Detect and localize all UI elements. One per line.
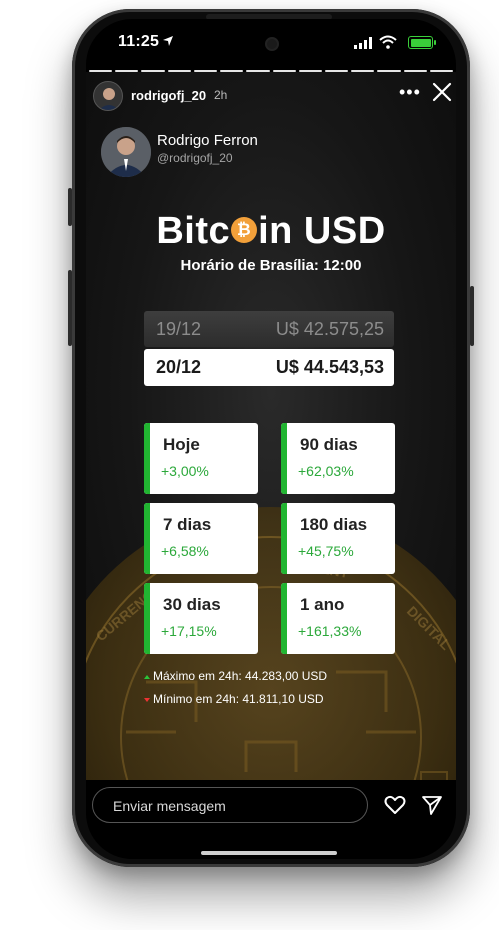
heart-icon[interactable] <box>384 795 406 815</box>
change-card: 90 dias +62,03% <box>281 423 395 494</box>
progress-segment <box>429 70 454 72</box>
current-price-row: 20/12 U$ 44.543,53 <box>144 349 394 386</box>
previous-date: 19/12 <box>156 319 202 339</box>
battery-tip <box>434 40 436 45</box>
card-value: +62,03% <box>298 463 354 479</box>
card-value: +45,75% <box>298 543 354 559</box>
side-button-left-top <box>68 188 72 226</box>
card-accent-bar <box>281 503 287 574</box>
front-camera <box>265 37 279 51</box>
title-right: in USD <box>258 210 386 253</box>
status-bar: 11:25 <box>86 33 456 53</box>
story-username[interactable]: rodrigofj_20 <box>131 88 206 103</box>
arrow-down-icon <box>144 697 150 702</box>
progress-segment <box>167 70 191 72</box>
profile-avatar <box>101 127 151 177</box>
card-accent-bar <box>144 583 150 654</box>
location-arrow-icon <box>163 36 173 46</box>
card-label: Hoje <box>163 435 200 454</box>
progress-segment <box>141 70 165 72</box>
progress-segment <box>246 70 270 72</box>
headline-title: Bitc ₿ in USD <box>86 209 456 255</box>
bitcoin-coin-image: COIN DECENT CURRENC DIGITAL <box>86 492 456 780</box>
progress-segment <box>89 70 113 72</box>
battery-icon <box>408 36 433 49</box>
profile-name: Rodrigo Ferron <box>157 132 258 149</box>
status-time: 11:25 <box>118 33 160 50</box>
profile-handle: @rodrigofj_20 <box>157 151 233 165</box>
side-button-right <box>470 286 474 346</box>
send-icon[interactable] <box>421 794 443 816</box>
arrow-up-icon <box>144 674 150 679</box>
progress-segment <box>115 70 139 72</box>
change-card: 30 dias +17,15% <box>144 583 258 654</box>
reply-input[interactable] <box>111 796 355 816</box>
bitcoin-icon: ₿ <box>231 216 258 243</box>
stat-max: Máximo em 24h: 44.283,00 USD <box>144 669 327 683</box>
progress-segment <box>351 70 375 72</box>
progress-segment <box>272 70 296 72</box>
reply-field[interactable] <box>92 787 368 823</box>
progress-segment <box>403 70 427 72</box>
change-card: 180 dias +45,75% <box>281 503 395 574</box>
card-accent-bar <box>144 423 150 494</box>
home-indicator[interactable] <box>201 851 337 855</box>
current-date: 20/12 <box>156 357 202 377</box>
current-value: U$ 44.543,53 <box>275 357 384 377</box>
card-label: 30 dias <box>163 595 221 614</box>
card-value: +6,58% <box>161 543 209 559</box>
stat-max-text: Máximo em 24h: 44.283,00 USD <box>153 669 328 683</box>
side-button-left-mid <box>68 270 72 346</box>
previous-value: U$ 42.575,25 <box>275 319 384 339</box>
story-time-ago: 2h <box>214 88 228 102</box>
phone-screen: COIN DECENT CURRENC DIGITAL 11:25 <box>86 19 456 859</box>
card-value: +17,15% <box>161 623 217 639</box>
headline-subtitle: Horário de Brasília: 12:00 <box>180 257 362 274</box>
card-value: +161,33% <box>298 623 362 639</box>
progress-segment <box>220 70 244 72</box>
title-left: Bitc <box>156 210 231 253</box>
progress-segment <box>193 70 218 72</box>
card-accent-bar <box>144 503 150 574</box>
story-avatar[interactable] <box>93 81 123 111</box>
change-card: 1 ano +161,33% <box>281 583 395 654</box>
story-header: rodrigofj_20 2h ••• <box>86 81 456 113</box>
card-label: 90 dias <box>300 435 358 454</box>
more-icon[interactable]: ••• <box>399 82 421 103</box>
card-accent-bar <box>281 583 287 654</box>
change-card: Hoje +3,00% <box>144 423 258 494</box>
card-label: 7 dias <box>163 515 212 534</box>
signal-icon <box>354 37 372 49</box>
stat-min: Mínimo em 24h: 41.811,10 USD <box>144 692 324 706</box>
card-accent-bar <box>281 423 287 494</box>
progress-segment <box>377 70 401 72</box>
card-value: +3,00% <box>161 463 209 479</box>
previous-price-row: 19/12 U$ 42.575,25 <box>144 311 394 347</box>
progress-segment <box>298 70 322 72</box>
stat-min-text: Mínimo em 24h: 41.811,10 USD <box>153 692 324 706</box>
card-label: 180 dias <box>300 515 368 534</box>
card-label: 1 ano <box>300 595 345 614</box>
close-icon[interactable] <box>431 81 453 103</box>
story-progress-bar <box>89 70 454 72</box>
change-card: 7 dias +6,58% <box>144 503 258 574</box>
progress-segment <box>324 70 349 72</box>
wifi-icon <box>379 35 397 49</box>
